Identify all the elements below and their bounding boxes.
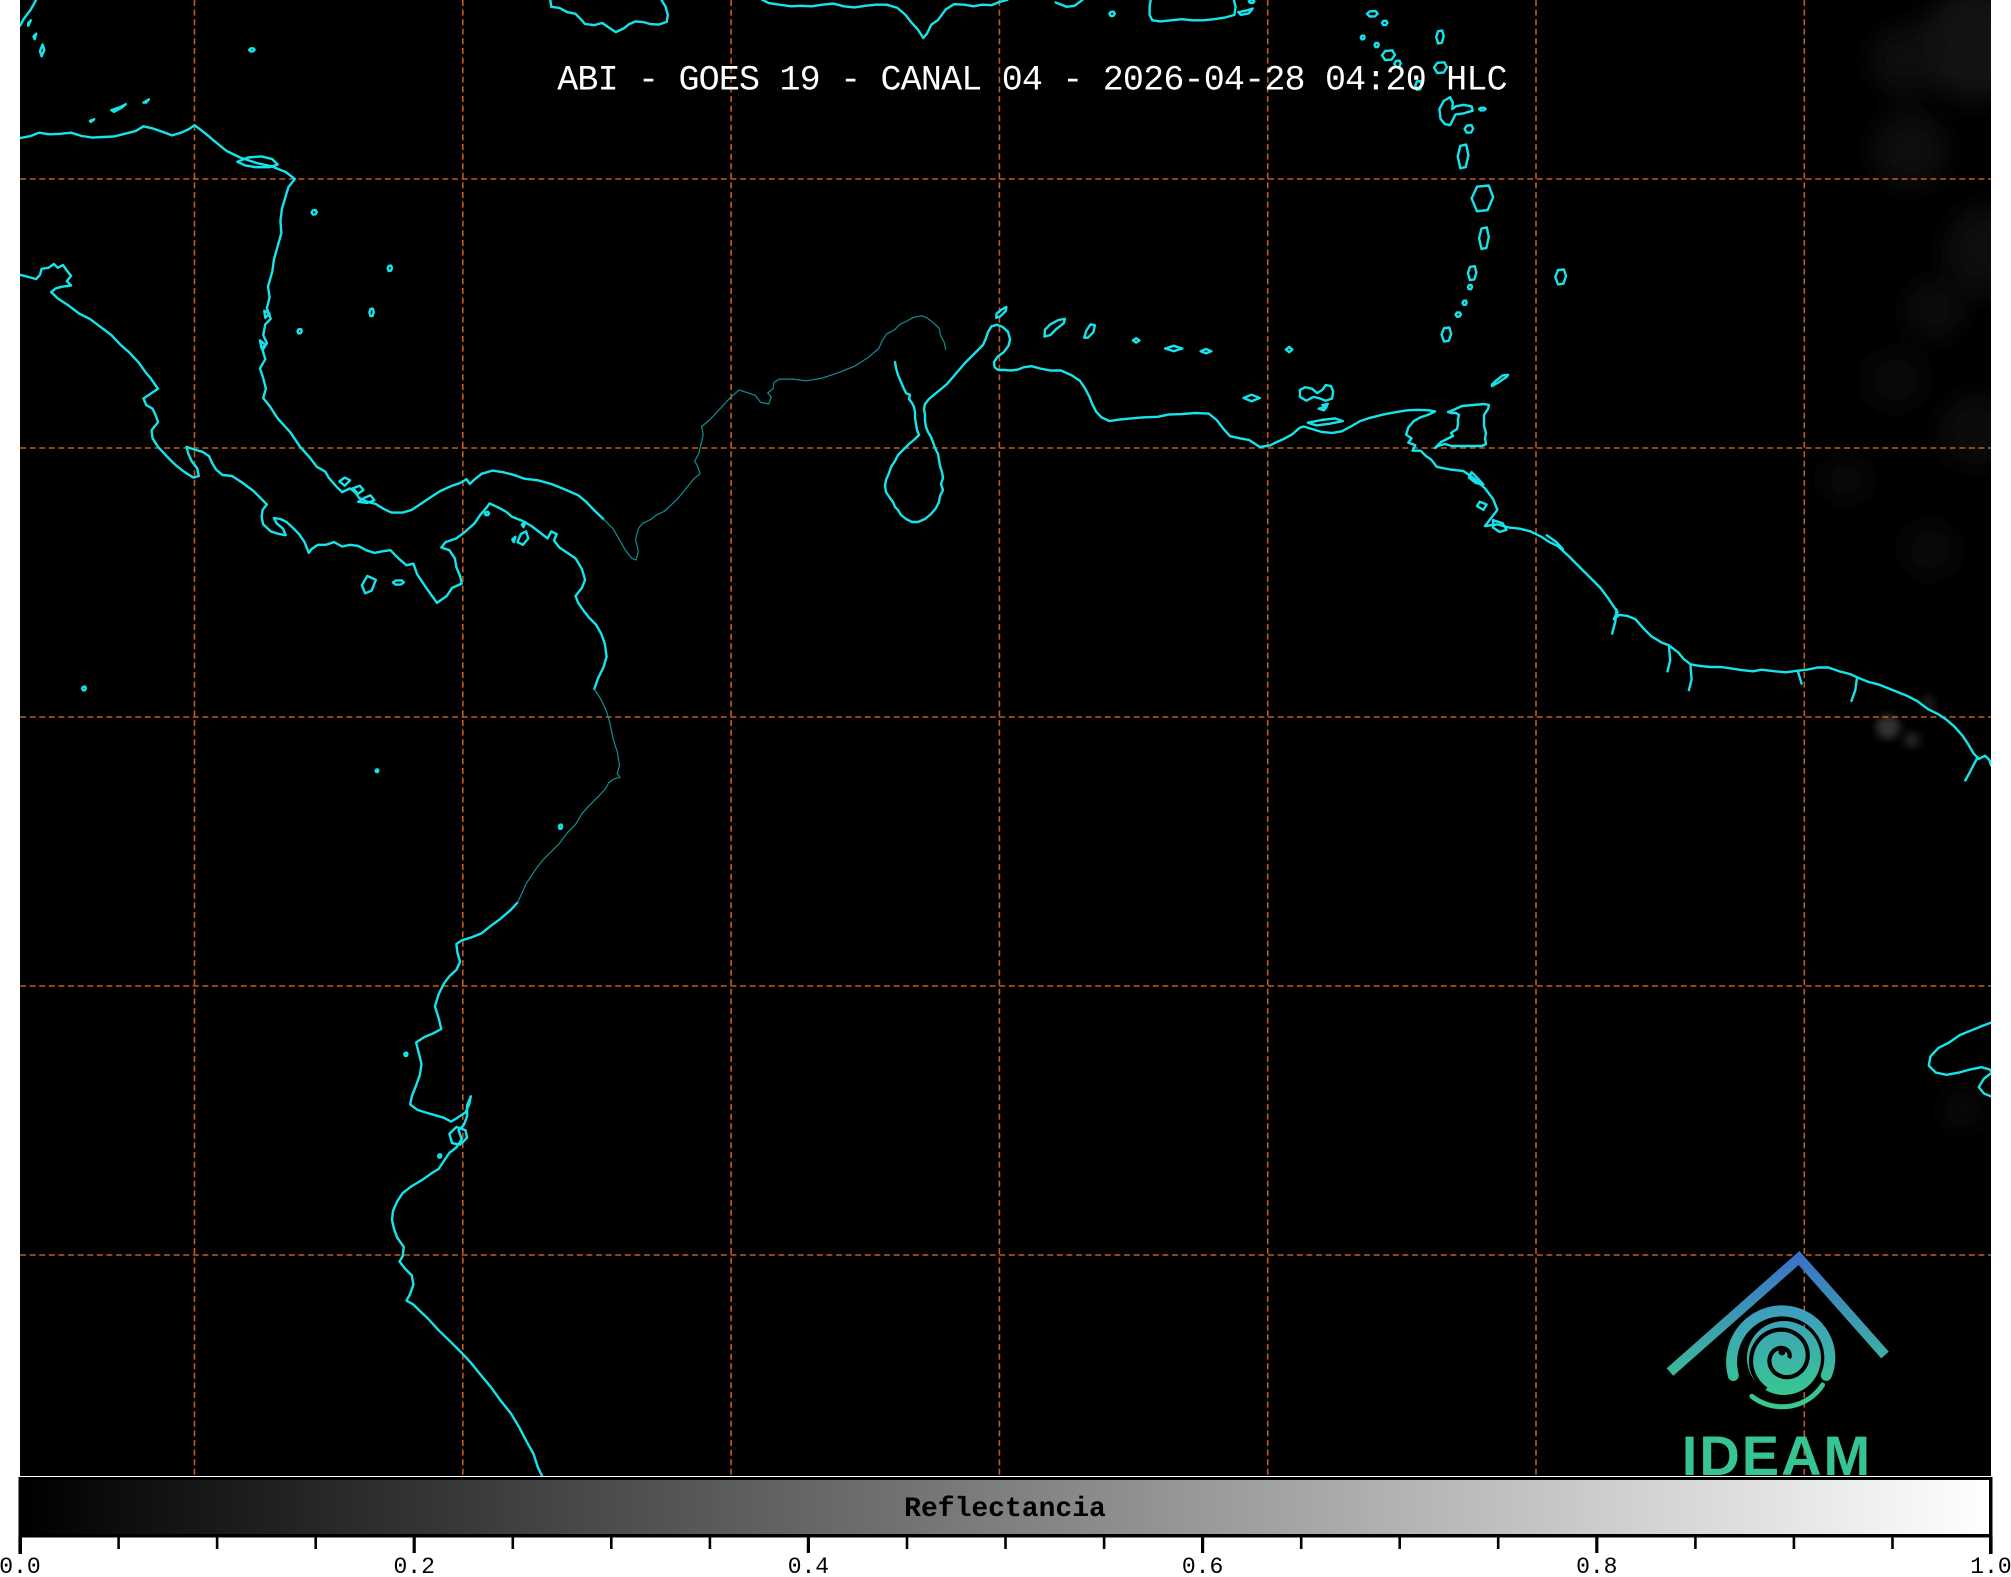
svg-text:0.8: 0.8 [1576, 1554, 1617, 1577]
svg-text:Reflectancia: Reflectancia [904, 1494, 1106, 1525]
svg-text:0.0: 0.0 [0, 1554, 41, 1577]
svg-text:ABI - GOES 19 - CANAL 04 - 202: ABI - GOES 19 - CANAL 04 - 2026-04-28 04… [557, 61, 1507, 101]
svg-text:0.4: 0.4 [788, 1554, 829, 1577]
svg-text:0.6: 0.6 [1182, 1554, 1223, 1577]
svg-text:1.0: 1.0 [1970, 1554, 2011, 1577]
svg-text:0.2: 0.2 [393, 1554, 434, 1577]
